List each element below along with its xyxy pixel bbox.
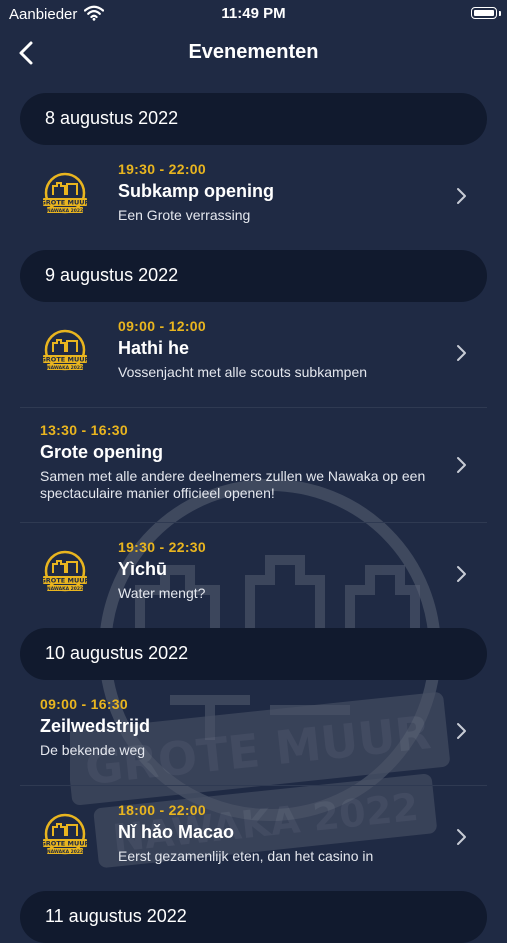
event-title: Grote opening xyxy=(40,442,163,462)
events-list: 8 augustus 2022 GROTE MUUR NAWAKA 2022 1… xyxy=(0,93,507,943)
logo-line1: GROTE MUUR xyxy=(40,577,89,585)
event-time: 19:30 - 22:30 xyxy=(118,539,206,555)
section-date: 10 augustus 2022 xyxy=(45,643,189,663)
logo-line2: NAWAKA 2022 xyxy=(47,849,83,855)
section-header: 9 augustus 2022 xyxy=(20,250,487,302)
logo-line1: GROTE MUUR xyxy=(40,199,89,207)
event-title: Hathi he xyxy=(118,338,190,358)
event-row[interactable]: GROTE MUUR NAWAKA 2022 19:30 - 22:30 Yìc… xyxy=(20,523,487,628)
grote-muur-logo-icon: GROTE MUUR NAWAKA 2022 xyxy=(40,550,90,592)
chevron-right-icon xyxy=(457,188,466,204)
event-title: Zeilwedstrijd xyxy=(40,716,151,736)
event-title: Yìchū xyxy=(118,559,168,579)
event-description: Vossenjacht met alle scouts subkampen xyxy=(118,364,368,380)
event-time: 18:00 - 22:00 xyxy=(118,802,206,818)
event-description: De bekende weg xyxy=(40,742,146,758)
battery-icon xyxy=(471,7,497,19)
event-row[interactable]: GROTE MUUR NAWAKA 2022 09:00 - 12:00 Hat… xyxy=(20,302,487,408)
section-date: 8 augustus 2022 xyxy=(45,108,179,128)
chevron-right-icon xyxy=(457,345,466,361)
event-time: 19:30 - 22:00 xyxy=(118,161,206,177)
event-row[interactable]: 13:30 - 16:30 Grote opening Samen met al… xyxy=(20,408,487,523)
event-row[interactable]: GROTE MUUR NAWAKA 2022 19:30 - 22:00 Sub… xyxy=(20,145,487,250)
chevron-right-icon xyxy=(457,723,466,739)
event-description: Samen met alle andere deelnemers zullen … xyxy=(40,468,426,501)
event-text: 18:00 - 22:00 Nǐ hǎo Macao Eerst gezamen… xyxy=(118,802,447,865)
event-text: 19:30 - 22:00 Subkamp opening Een Grote … xyxy=(118,161,447,224)
chevron-right-icon xyxy=(457,829,466,845)
event-text: 19:30 - 22:30 Yìchū Water mengt? xyxy=(118,539,447,602)
logo-line1: GROTE MUUR xyxy=(40,356,89,364)
event-time: 13:30 - 16:30 xyxy=(40,422,128,438)
event-description: Een Grote verrassing xyxy=(118,207,251,223)
grote-muur-logo-icon: GROTE MUUR NAWAKA 2022 xyxy=(40,813,90,855)
section-date: 11 augustus 2022 xyxy=(45,906,187,926)
event-text: 09:00 - 16:30 Zeilwedstrijd De bekende w… xyxy=(40,696,447,759)
status-time: 11:49 PM xyxy=(221,5,286,22)
section-header: 11 augustus 2022 xyxy=(20,891,487,943)
event-time: 09:00 - 12:00 xyxy=(118,318,206,334)
status-bar: Aanbieder 11:49 PM xyxy=(0,0,507,28)
logo-line2: NAWAKA 2022 xyxy=(47,586,83,592)
navigation-bar: Evenementen xyxy=(0,28,507,78)
grote-muur-logo-icon: GROTE MUUR NAWAKA 2022 xyxy=(40,172,90,214)
battery-cap xyxy=(499,11,501,16)
section-date: 9 augustus 2022 xyxy=(45,265,179,285)
page-title: Evenementen xyxy=(188,41,319,63)
event-row[interactable]: 09:00 - 16:30 Zeilwedstrijd De bekende w… xyxy=(20,680,487,786)
logo-line2: NAWAKA 2022 xyxy=(47,365,83,371)
event-description: Eerst gezamenlijk eten, dan het casino i… xyxy=(118,848,374,864)
section-header: 8 augustus 2022 xyxy=(20,93,487,145)
section-header: 10 augustus 2022 xyxy=(20,628,487,680)
chevron-right-icon xyxy=(457,457,466,473)
logo-line1: GROTE MUUR xyxy=(40,840,89,848)
event-title: Subkamp opening xyxy=(118,181,275,201)
event-text: 09:00 - 12:00 Hathi he Vossenjacht met a… xyxy=(118,318,447,381)
event-row[interactable]: GROTE MUUR NAWAKA 2022 18:00 - 22:00 Nǐ … xyxy=(20,786,487,891)
event-title: Nǐ hǎo Macao xyxy=(118,822,235,842)
grote-muur-logo-icon: GROTE MUUR NAWAKA 2022 xyxy=(40,329,90,371)
chevron-right-icon xyxy=(457,566,466,582)
event-text: 13:30 - 16:30 Grote opening Samen met al… xyxy=(40,422,447,502)
event-description: Water mengt? xyxy=(118,585,206,601)
event-time: 09:00 - 16:30 xyxy=(40,696,128,712)
logo-line2: NAWAKA 2022 xyxy=(47,208,83,214)
